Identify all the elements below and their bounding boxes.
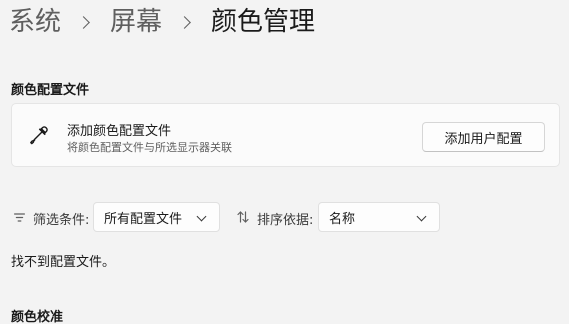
filter-icon [14, 211, 25, 226]
chevron-right-icon [178, 15, 191, 29]
filter-dropdown[interactable]: 所有配置文件 [93, 202, 220, 232]
color-management-page: 系统 屏幕 颜色管理 颜色配置文件 添加颜色配置文件 将颜色配置文件与所选显示器… [0, 0, 569, 324]
sort-label-text: 排序依据: [257, 213, 314, 228]
sort-dropdown[interactable]: 名称 [318, 202, 440, 232]
section-title-color-profiles: 颜色配置文件 [11, 83, 90, 98]
add-color-profile-card: 添加颜色配置文件 将颜色配置文件与所选显示器关联 添加用户配置 [11, 103, 560, 167]
add-profile-title: 添加颜色配置文件 [67, 124, 172, 139]
breadcrumb-display[interactable]: 屏幕 [110, 4, 162, 40]
sort-label: 排序依据: [237, 209, 313, 228]
chevron-right-icon [77, 15, 90, 29]
page-title: 颜色管理 [211, 7, 316, 37]
section-title-color-calibration: 颜色校准 [11, 310, 64, 324]
no-profiles-message: 找不到配置文件。 [11, 255, 116, 270]
filter-sort-row: 筛选条件: 所有配置文件 排序依据: 名称 [14, 202, 554, 232]
filter-label: 筛选条件: [14, 209, 89, 228]
add-profile-subtitle: 将颜色配置文件与所选显示器关联 [67, 141, 232, 154]
breadcrumb: 系统 屏幕 颜色管理 [9, 4, 315, 40]
filter-label-text: 筛选条件: [33, 213, 90, 228]
breadcrumb-system[interactable]: 系统 [9, 4, 61, 40]
chevron-down-icon [416, 211, 427, 222]
eyedropper-icon [28, 124, 50, 146]
filter-dropdown-value: 所有配置文件 [104, 211, 183, 227]
sort-icon [237, 210, 249, 227]
add-user-profile-button[interactable]: 添加用户配置 [422, 122, 545, 152]
chevron-down-icon [196, 211, 207, 222]
sort-dropdown-value: 名称 [329, 211, 356, 227]
